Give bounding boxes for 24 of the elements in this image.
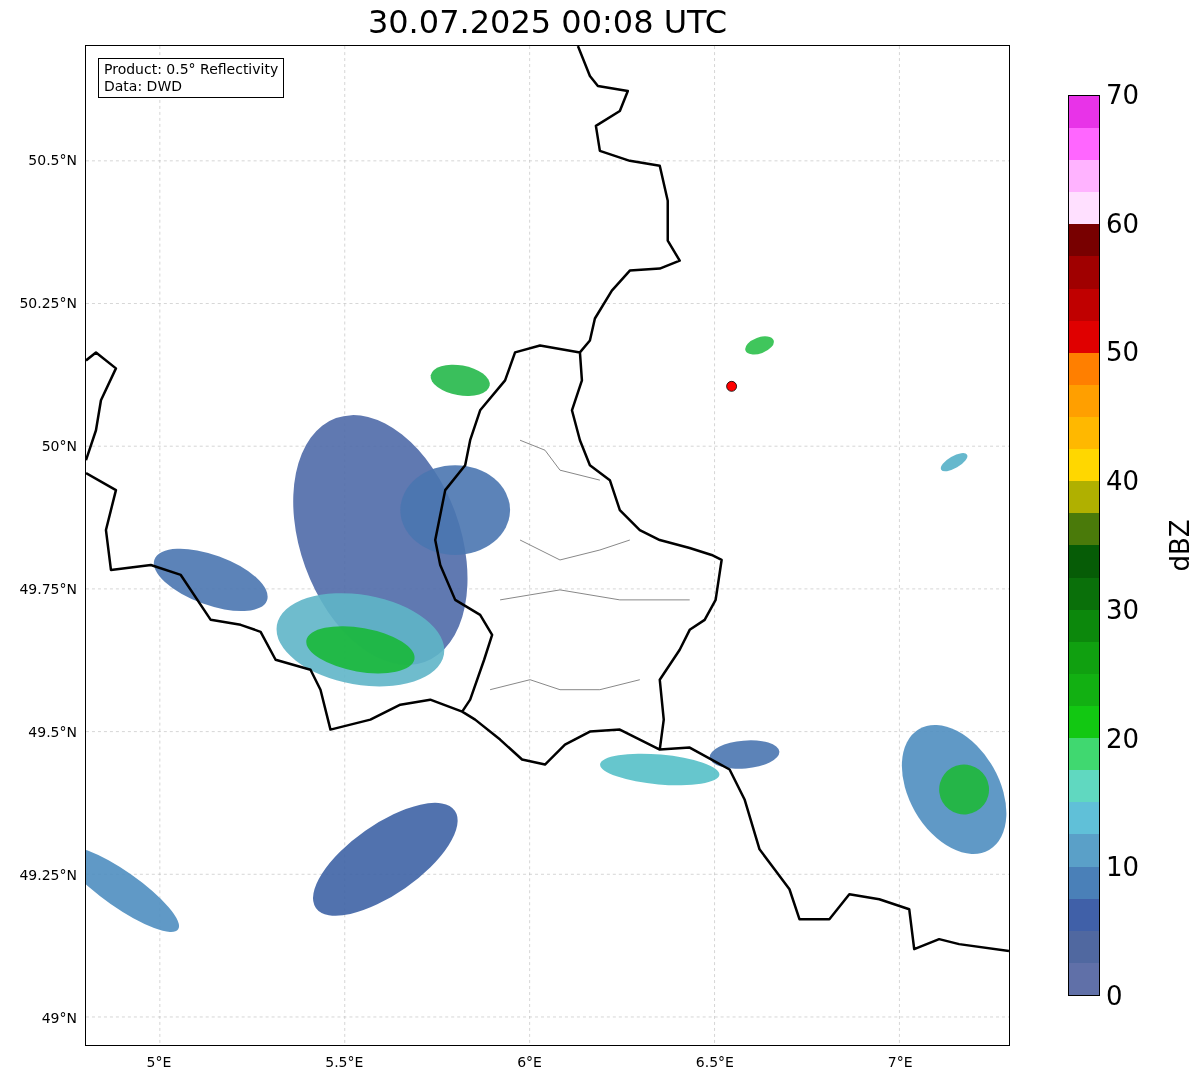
colorbar-tick-label: 60	[1106, 210, 1140, 237]
axis-tick-label: 7°E	[887, 1053, 913, 1072]
colorbar-tick-label: 10	[1106, 854, 1140, 881]
axis-tick-label: 50.25°N	[19, 293, 77, 313]
axis-tick-label: 49°N	[41, 1008, 77, 1028]
colorbar-tick-label: 0	[1106, 983, 1123, 1009]
colorbar-label: dBZ	[1163, 519, 1196, 572]
colorbar-tick-label: 70	[1106, 82, 1140, 108]
axis-tick-label: 6.5°E	[695, 1053, 734, 1072]
colorbar-tick-label: 30	[1106, 596, 1140, 623]
axis-tick-label: 5.5°E	[325, 1053, 364, 1072]
axis-tick-label: 50°N	[41, 436, 77, 456]
axis-tick-label: 49.25°N	[19, 865, 77, 885]
axis-tick-label: 49.75°N	[19, 579, 77, 599]
colorbar-tick-label: 40	[1106, 468, 1140, 495]
axis-tick-label: 49.5°N	[28, 722, 77, 742]
axis-tick-label: 50.5°N	[28, 150, 77, 170]
legend-text: Data: DWD	[104, 78, 183, 95]
colorbar-tick-label: 50	[1106, 339, 1140, 366]
chart-title: 30.07.2025 00:08 UTC	[366, 2, 729, 43]
colorbar-tick-label: 20	[1106, 725, 1140, 752]
axis-tick-label: 5°E	[146, 1053, 172, 1072]
axis-tick-label: 6°E	[517, 1053, 542, 1072]
legend-text: Product: 0.5° Reflectivity	[104, 61, 279, 78]
